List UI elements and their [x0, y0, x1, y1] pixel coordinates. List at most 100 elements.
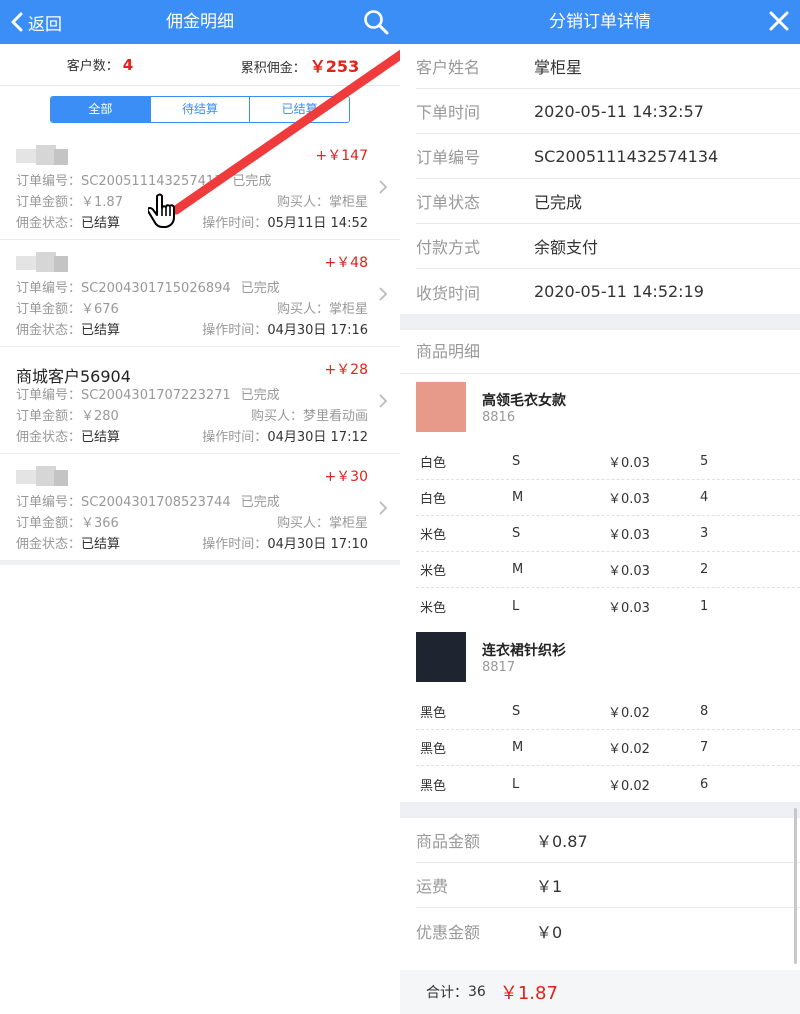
section-gap [400, 802, 800, 818]
info-value: 余额支付 [534, 238, 599, 257]
buyer-label: 购买人： [276, 516, 329, 531]
order-amount-label: 订单金额： [16, 516, 82, 531]
chevron-right-icon [379, 287, 388, 301]
filter-tabs: 全部 待结算 已结算 [50, 96, 350, 123]
sku-color: 白色 [420, 492, 447, 507]
buyer-line: 购买人：掌柜星 [277, 512, 368, 531]
order-amount-line: 订单金额：￥1.87 [16, 191, 123, 210]
buyer-label: 购买人： [276, 195, 329, 210]
total-count-label: 合计： [426, 985, 468, 1001]
order-item[interactable]: +￥48 订单编号：SC2004301715026894 已完成 订单金额：￥676 购… [0, 240, 400, 347]
total-count: 36 [468, 984, 486, 1000]
sku-size: M [512, 740, 524, 755]
order-amount: ￥280 [81, 409, 119, 424]
info-value: 2020-05-11 14:52:19 [534, 282, 704, 301]
sku-qty: 8 [700, 704, 709, 719]
order-detail-screen: 分销订单详情 客户姓名 掌柜星 下单时间 2020-05-11 14:32:57 订单编… [400, 0, 800, 1014]
commission-total-value: ￥253 [309, 56, 360, 76]
buyer-label: 购买人： [250, 409, 303, 424]
operation-time-label: 操作时间： [202, 537, 268, 552]
order-amount: ￥676 [81, 302, 119, 317]
info-label: 收货时间 [416, 283, 481, 303]
info-row: 付款方式 余额支付 [416, 224, 800, 269]
sku-qty: 4 [700, 490, 709, 505]
order-status: 已完成 [240, 495, 280, 510]
sku-row: 黑色 S ￥0.02 8 [416, 694, 800, 730]
sku-row: 黑色 M ￥0.02 7 [416, 730, 800, 766]
scrollbar[interactable] [794, 808, 797, 964]
order-status: 已完成 [232, 174, 272, 189]
commission-status-line: 佣金状态：已结算 [16, 533, 120, 552]
commission-amount: +￥30 [324, 469, 368, 485]
order-number-line: 订单编号：SC2004301715026894 已完成 [16, 277, 280, 296]
commission-status: 已结算 [81, 430, 121, 445]
top-bar: 返回 佣金明细 [0, 0, 400, 44]
order-amount-line: 订单金额：￥280 [16, 405, 119, 424]
commission-amount: +￥28 [324, 362, 368, 378]
summary-stats: 客户数： 4 累积佣金： ￥253 [0, 44, 400, 86]
sku-size: L [512, 776, 520, 792]
order-amount: ￥1.87 [81, 195, 123, 210]
summary-row: 优惠金额 ￥0 [416, 908, 800, 953]
chevron-right-icon [379, 501, 388, 515]
order-item[interactable]: +￥147 订单编号：SC200511143257413 已完成 订单金额：￥1.87… [0, 133, 400, 240]
summary-label: 商品金额 [416, 832, 481, 851]
operation-time-line: 操作时间：04月30日 17:12 [202, 426, 368, 445]
sku-row: 米色 S ￥0.03 3 [416, 516, 800, 552]
sku-price: ￥0.03 [608, 492, 650, 507]
operation-time-label: 操作时间： [202, 323, 268, 338]
info-label: 订单编号 [416, 148, 481, 167]
summary-label: 优惠金额 [416, 922, 481, 942]
sku-price: ￥0.03 [608, 600, 650, 616]
blurred-customer-name [16, 252, 68, 272]
buyer-line: 购买人：掌柜星 [277, 191, 368, 210]
product-thumbnail [416, 632, 466, 682]
sku-qty: 1 [700, 598, 709, 614]
order-number: SC2004301708523744 [81, 495, 231, 510]
commission-status-label: 佣金状态： [16, 216, 82, 231]
info-label: 客户姓名 [416, 58, 481, 77]
list-bottom-divider [0, 561, 400, 565]
sku-qty: 7 [700, 740, 709, 755]
order-number: SC2004301707223271 [81, 388, 231, 403]
info-row: 收货时间 2020-05-11 14:52:19 [416, 269, 800, 314]
info-label: 付款方式 [416, 238, 481, 257]
summary-value: ￥0 [536, 922, 563, 942]
order-status: 已完成 [240, 281, 280, 296]
customer-count-label: 客户数： [66, 59, 119, 74]
operation-time-line: 操作时间：05月11日 14:52 [202, 212, 368, 231]
tab-all[interactable]: 全部 [51, 97, 151, 122]
summary-label: 运费 [416, 877, 449, 896]
product-code: 8817 [482, 660, 516, 675]
info-label: 下单时间 [416, 103, 481, 122]
sku-price: ￥0.02 [608, 706, 650, 721]
order-number-label: 订单编号： [16, 281, 82, 296]
commission-total-label: 累积佣金： [240, 60, 306, 76]
tab-pending[interactable]: 待结算 [150, 97, 251, 122]
commission-status-line: 佣金状态：已结算 [16, 319, 120, 338]
operation-time: 04月30日 17:16 [267, 323, 368, 338]
commission-status-line: 佣金状态：已结算 [16, 426, 120, 445]
buyer-name: 梦里看动画 [302, 409, 368, 424]
section-gap [400, 314, 800, 330]
commission-status: 已结算 [81, 323, 121, 338]
sku-row: 黑色 L ￥0.02 6 [416, 766, 800, 802]
buyer-name: 掌柜星 [328, 516, 368, 531]
buyer-line: 购买人：梦里看动画 [251, 405, 368, 424]
close-icon[interactable] [768, 10, 790, 32]
order-item[interactable]: 商城客户56904 +￥28 订单编号：SC2004301707223271 已完成订… [0, 347, 400, 454]
order-number-label: 订单编号： [16, 174, 82, 189]
order-item[interactable]: +￥30 订单编号：SC2004301708523744 已完成 订单金额：￥366 购… [0, 454, 400, 561]
tab-settled[interactable]: 已结算 [250, 97, 349, 122]
sku-row: 米色 M ￥0.03 2 [416, 552, 800, 588]
commission-status-label: 佣金状态： [16, 323, 82, 338]
blurred-customer-name [16, 466, 68, 486]
sku-qty: 6 [700, 776, 709, 792]
customer-count-stat: 客户数： 4 [0, 55, 200, 74]
detail-top-bar: 分销订单详情 [400, 0, 800, 44]
sku-color: 米色 [420, 600, 447, 616]
order-number: SC2004301715026894 [81, 281, 231, 296]
sku-color: 黑色 [420, 778, 447, 794]
commission-amount: +￥147 [315, 148, 368, 164]
search-icon[interactable] [362, 8, 390, 36]
